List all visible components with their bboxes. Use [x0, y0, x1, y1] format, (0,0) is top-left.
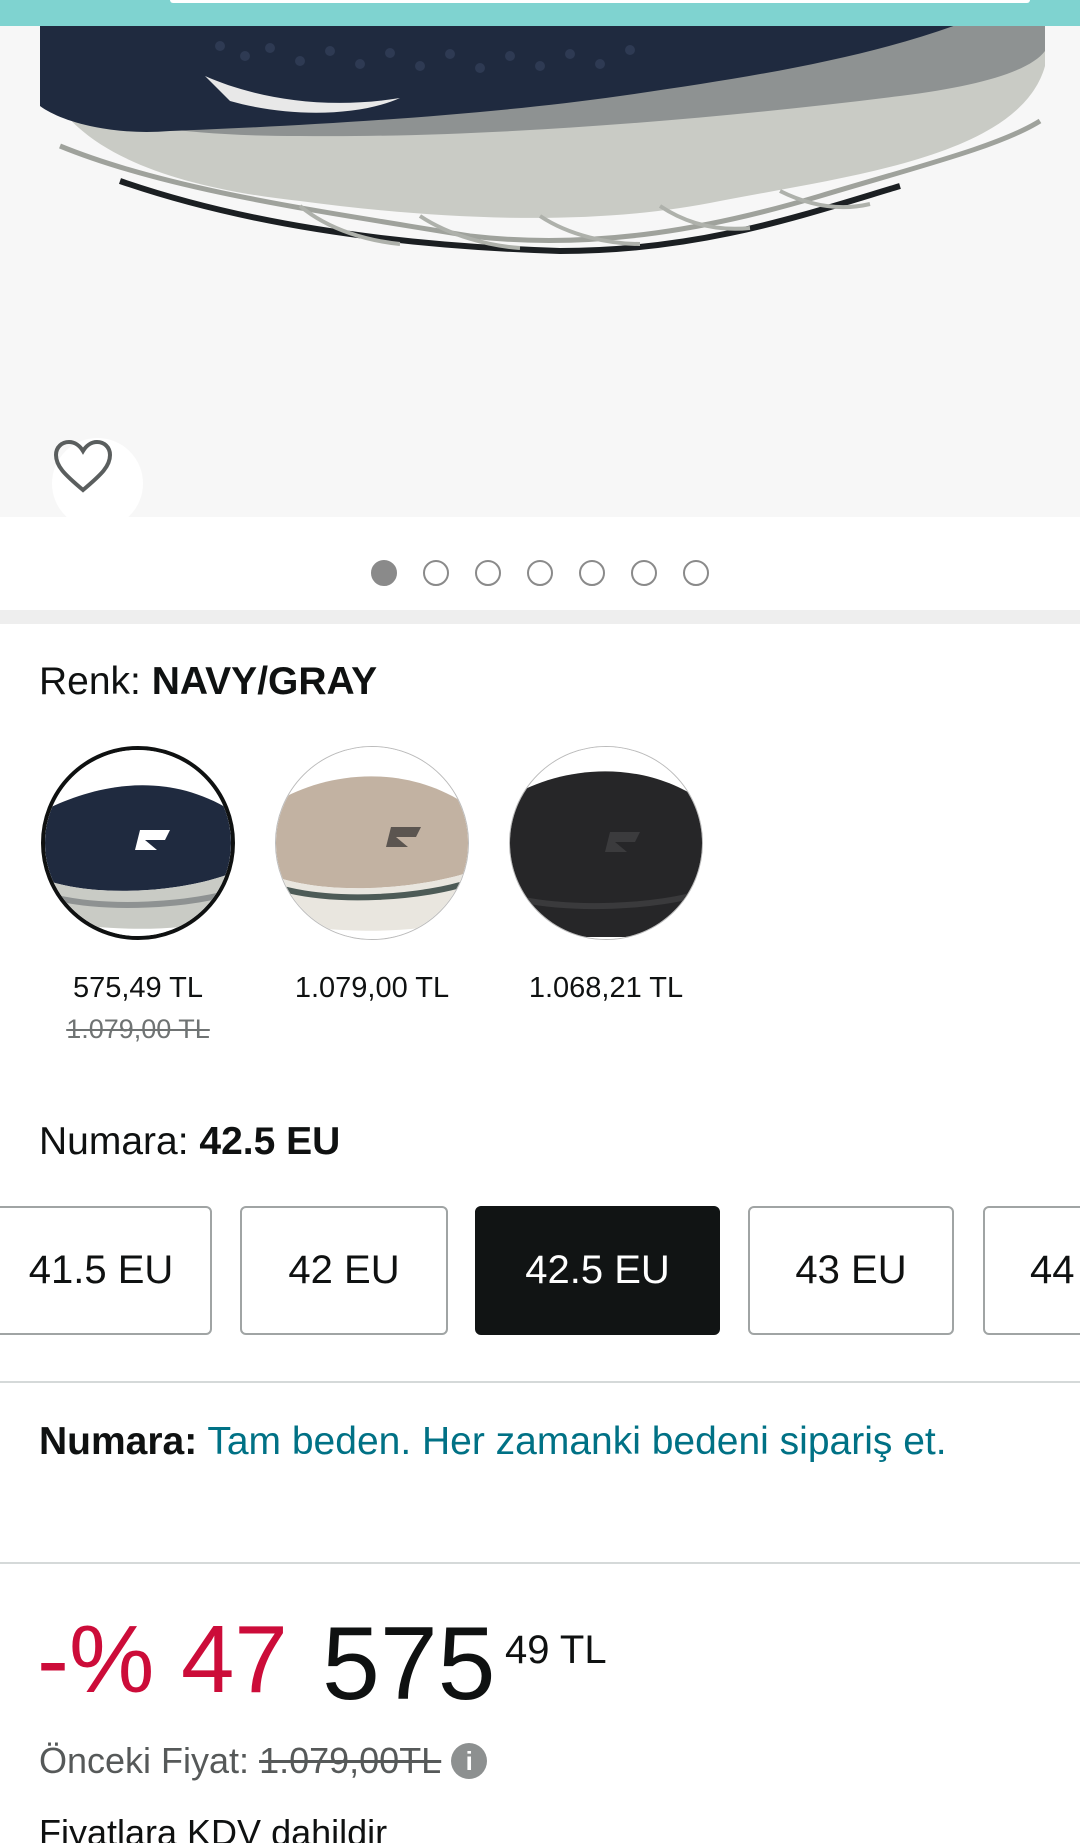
search-box-edge[interactable]	[170, 0, 1030, 3]
swatch-price: 575,49 TL	[72, 972, 204, 1004]
selected-size-value: 42.5 EU	[199, 1120, 341, 1163]
carousel-dot[interactable]	[579, 560, 605, 586]
previous-price: Önceki Fiyat: 1.079,00TL i	[39, 1740, 488, 1782]
carousel-dot[interactable]	[475, 560, 501, 586]
selected-color-value: NAVY/GRAY	[151, 660, 378, 703]
fit-link[interactable]: Tam beden. Her zamanki bedeni sipariş et…	[207, 1420, 946, 1463]
section-separator	[0, 610, 1080, 624]
carousel-dot[interactable]	[371, 560, 397, 586]
heart-outline-icon	[53, 439, 113, 493]
swatch-image	[276, 747, 468, 939]
product-image[interactable]	[0, 26, 1080, 517]
carousel-dot[interactable]	[527, 560, 553, 586]
price-fraction-currency: 49 TL	[505, 1628, 607, 1673]
discount-percent: -% 47	[37, 1606, 288, 1713]
vat-notice: Fiyatlara KDV dahildir	[39, 1812, 388, 1843]
swatch-price: 1.068,21 TL	[528, 972, 684, 1004]
swatch-image	[45, 750, 231, 936]
color-swatch-black[interactable]	[509, 746, 703, 940]
carousel-dot[interactable]	[631, 560, 657, 586]
color-swatch-taupe[interactable]	[275, 746, 469, 940]
size-option[interactable]: 41.5 EU	[0, 1206, 212, 1335]
size-label: Numara: 42.5 EU	[39, 1120, 340, 1164]
swatch-price: 1.079,00 TL	[294, 972, 450, 1004]
divider	[0, 1381, 1080, 1383]
swatch-image	[510, 747, 702, 939]
size-label-text: Numara:	[39, 1120, 189, 1163]
color-label-text: Renk:	[39, 660, 141, 703]
top-search-bar-edge	[0, 0, 1080, 26]
size-option[interactable]: 42 EU	[240, 1206, 448, 1335]
divider	[0, 1562, 1080, 1564]
previous-price-value: 1.079,00TL	[259, 1740, 442, 1781]
info-icon[interactable]: i	[451, 1743, 488, 1779]
size-fit-info: Numara: Tam beden. Her zamanki bedeni si…	[39, 1414, 999, 1470]
carousel-dot[interactable]	[683, 560, 709, 586]
price-currency: TL	[559, 1628, 607, 1672]
size-option[interactable]: 44	[983, 1206, 1080, 1335]
image-carousel-dots	[0, 560, 1080, 586]
color-swatch-navy-gray[interactable]	[41, 746, 235, 940]
price-fraction: 49	[505, 1628, 550, 1672]
size-option-selected[interactable]: 42.5 EU	[475, 1206, 720, 1335]
color-label: Renk: NAVY/GRAY	[39, 660, 377, 704]
carousel-dot[interactable]	[423, 560, 449, 586]
size-option[interactable]: 43 EU	[748, 1206, 954, 1335]
previous-price-label: Önceki Fiyat:	[39, 1740, 250, 1781]
price-whole: 575	[322, 1606, 496, 1722]
fit-label: Numara:	[39, 1420, 198, 1463]
shoe-image	[40, 26, 1045, 255]
swatch-old-price: 1.079,00 TL	[66, 1014, 210, 1044]
